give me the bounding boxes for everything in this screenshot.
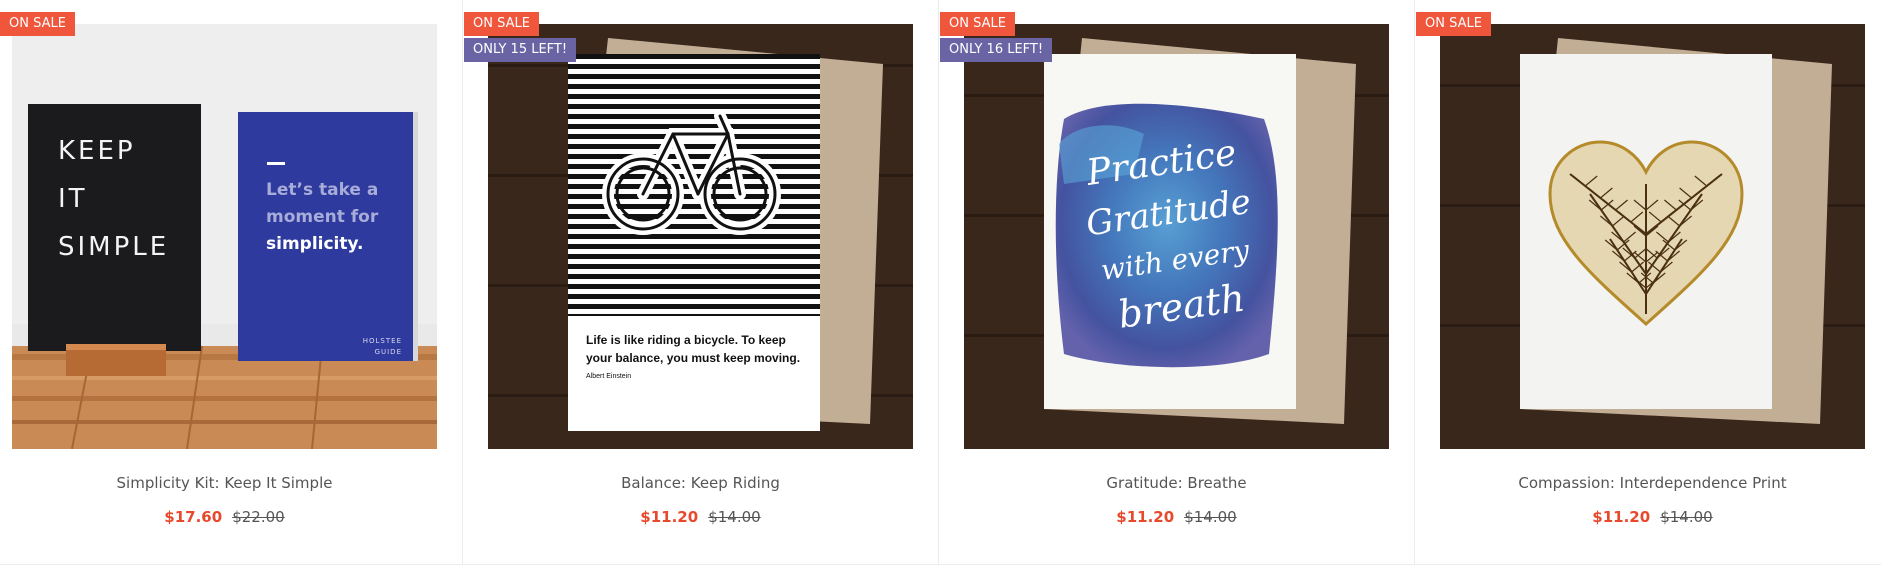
sale-price: $11.20 [1116,508,1175,526]
original-price: $22.00 [232,508,285,526]
svg-text:HOLSTEE: HOLSTEE [363,337,402,345]
sale-price: $11.20 [1592,508,1651,526]
svg-text:SIMPLE: SIMPLE [58,232,169,262]
svg-text:moment for: moment for [266,207,379,227]
product-card[interactable]: ON SALE Compassion: Interdependence Prin… [1415,0,1881,565]
product-card[interactable]: ON SALE ONLY 16 LEFT! Practice Gratitude… [939,0,1414,565]
on-sale-badge: ON SALE [1416,12,1491,36]
svg-text:Albert Einstein: Albert Einstein [586,373,631,380]
product-image[interactable]: Practice Gratitude with every breath [964,24,1389,449]
price-row: $11.20 $14.00 [488,508,913,526]
product-grid: ON SALE KEEP IT SIMPLE Let’s take a mome… [0,0,1881,565]
product-card[interactable]: ON SALE ONLY 15 LEFT! Life is like ridin… [463,0,938,565]
original-price: $14.00 [1184,508,1237,526]
heart-tree-card-image [1440,24,1865,449]
on-sale-badge: ON SALE [0,12,75,36]
svg-text:Let’s take a: Let’s take a [266,180,378,200]
product-card[interactable]: ON SALE KEEP IT SIMPLE Let’s take a mome… [0,0,462,565]
price-row: $11.20 $14.00 [964,508,1389,526]
product-title[interactable]: Gratitude: Breathe [964,474,1389,492]
letterboard-card-image: KEEP IT SIMPLE Let’s take a moment for s… [12,24,437,449]
product-image[interactable] [1440,24,1865,449]
product-title[interactable]: Balance: Keep Riding [488,474,913,492]
price-row: $11.20 $14.00 [1440,508,1865,526]
original-price: $14.00 [708,508,761,526]
product-title[interactable]: Simplicity Kit: Keep It Simple [12,474,437,492]
svg-text:simplicity.: simplicity. [266,234,364,254]
watercolor-card-image: Practice Gratitude with every breath [964,24,1389,449]
stock-badge: ONLY 16 LEFT! [940,38,1053,62]
product-title[interactable]: Compassion: Interdependence Print [1440,474,1865,492]
sale-price: $17.60 [164,508,223,526]
svg-text:IT: IT [58,184,88,214]
svg-text:Life is like riding a bicycle.: Life is like riding a bicycle. To keep [586,333,786,347]
product-image[interactable]: KEEP IT SIMPLE Let’s take a moment for s… [12,24,437,449]
sale-price: $11.20 [640,508,699,526]
product-image[interactable]: Life is like riding a bicycle. To keep y… [488,24,913,449]
on-sale-badge: ON SALE [940,12,1015,36]
price-row: $17.60 $22.00 [12,508,437,526]
original-price: $14.00 [1660,508,1713,526]
svg-text:your balance, you must keep mo: your balance, you must keep moving. [586,351,800,365]
on-sale-badge: ON SALE [464,12,539,36]
stock-badge: ONLY 15 LEFT! [464,38,577,62]
svg-text:KEEP: KEEP [58,136,136,166]
svg-text:GUIDE: GUIDE [375,348,402,356]
bicycle-card-image: Life is like riding a bicycle. To keep y… [488,24,913,449]
